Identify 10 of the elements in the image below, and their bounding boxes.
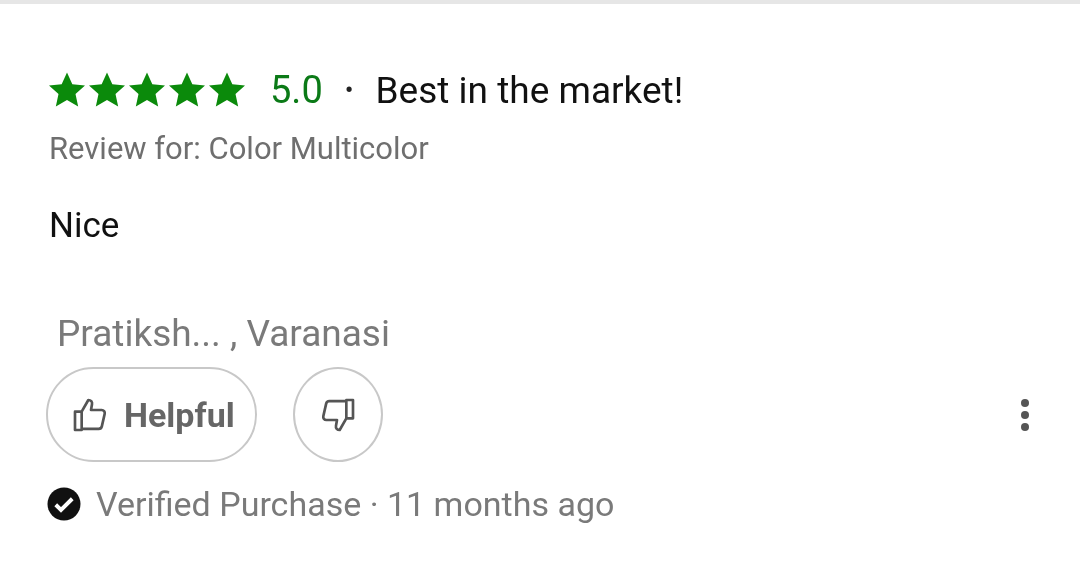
review-title: Best in the market! (375, 68, 684, 112)
check-circle-icon (46, 486, 82, 522)
review-variant: Review for: Color Multicolor (49, 130, 430, 167)
verified-purchase-time: Verified Purchase · 11 months ago (96, 484, 615, 524)
reviewer-name: Pratiksh... , Varanasi (57, 312, 391, 355)
separator: • (344, 75, 354, 105)
more-options-icon[interactable] (1020, 397, 1030, 432)
helpful-button[interactable]: Helpful (46, 367, 257, 462)
rating-value: 5.0 (270, 68, 323, 112)
review-text: Nice (49, 205, 121, 246)
